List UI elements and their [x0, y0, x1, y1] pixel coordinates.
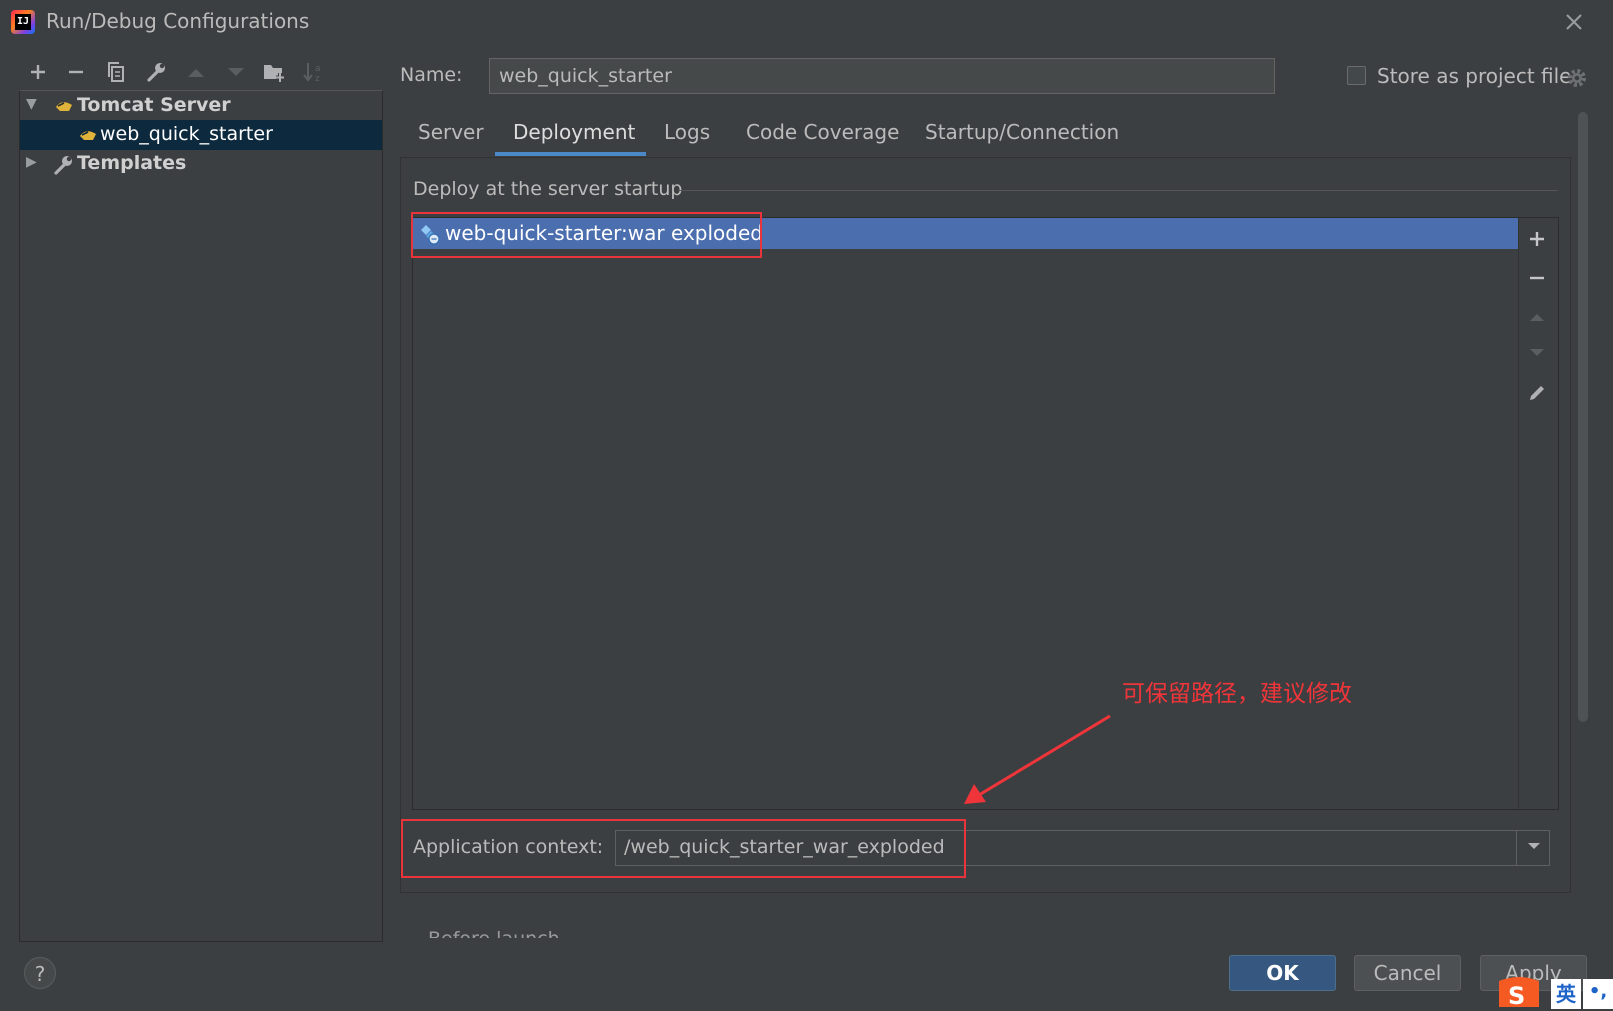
tree-item-tomcat-server[interactable]: ▼ Tomcat Server — [20, 91, 382, 121]
tomcat-icon — [56, 102, 72, 111]
scrollbar[interactable] — [1578, 112, 1588, 722]
help-button[interactable]: ? — [24, 957, 56, 989]
move-up-icon[interactable] — [182, 58, 210, 86]
remove-artifact-button[interactable] — [1524, 265, 1550, 291]
move-down-icon[interactable] — [222, 58, 250, 86]
new-folder-icon[interactable] — [260, 58, 288, 86]
copy-icon[interactable] — [102, 58, 130, 86]
chevron-down-icon[interactable] — [1524, 836, 1544, 856]
window-title: Run/Debug Configurations — [46, 9, 310, 33]
tree-item-label: Templates — [77, 152, 187, 174]
tree-item-web-quick-starter[interactable]: web_quick_starter — [20, 120, 382, 150]
edit-artifact-button[interactable] — [1524, 380, 1550, 406]
store-as-project-file-checkbox[interactable] — [1347, 66, 1366, 85]
ime-toolbar[interactable]: S 英 •, — [1495, 973, 1613, 1010]
intellij-logo-icon: IJ — [11, 10, 35, 34]
name-input[interactable]: web_quick_starter — [489, 58, 1275, 94]
move-down-icon — [1530, 349, 1544, 356]
move-down-button[interactable] — [1524, 340, 1550, 366]
deploy-section-title: Deploy at the server startup — [413, 178, 683, 200]
move-up-icon — [1530, 314, 1544, 321]
annotation-arrow-icon — [964, 714, 1111, 804]
tree-item-label: Tomcat Server — [77, 94, 231, 116]
sort-icon[interactable]: az — [300, 58, 328, 86]
wrench-icon[interactable] — [142, 58, 170, 86]
tab-code-coverage[interactable]: Code Coverage — [746, 120, 899, 158]
name-label: Name: — [400, 64, 463, 86]
tab-startup-connection[interactable]: Startup/Connection — [925, 120, 1119, 158]
sogou-logo-icon: S — [1499, 977, 1539, 1010]
before-launch-label: Before launch — [428, 928, 560, 938]
tab-logs[interactable]: Logs — [664, 120, 710, 158]
move-up-button[interactable] — [1524, 304, 1550, 330]
expanded-arrow-icon[interactable]: ▼ — [26, 96, 37, 112]
add-icon[interactable] — [24, 58, 52, 86]
ime-punctuation-icon[interactable]: •, — [1583, 979, 1613, 1009]
active-tab-indicator — [495, 152, 646, 156]
tomcat-icon — [80, 131, 96, 140]
svg-text:z: z — [315, 74, 320, 83]
svg-text:S: S — [1508, 982, 1525, 1010]
add-artifact-button[interactable] — [1524, 226, 1550, 252]
tab-server[interactable]: Server — [418, 120, 484, 158]
configuration-tree[interactable]: ▼ Tomcat Server web_quick_starter ▶ Temp… — [19, 90, 383, 942]
svg-text:a: a — [315, 64, 321, 74]
store-as-project-file-label[interactable]: Store as project file — [1377, 64, 1571, 88]
section-divider — [678, 190, 1558, 191]
title-bar: IJ Run/Debug Configurations — [0, 0, 1613, 44]
edit-icon — [1530, 386, 1544, 400]
combobox-divider — [1516, 831, 1517, 865]
annotation-text: 可保留路径，建议修改 — [1122, 681, 1352, 707]
collapsed-arrow-icon[interactable]: ▶ — [26, 154, 37, 170]
ok-button[interactable]: OK — [1229, 955, 1336, 991]
wrench-icon — [54, 156, 72, 175]
add-icon — [1530, 232, 1544, 246]
tree-item-templates[interactable]: ▶ Templates — [20, 149, 382, 179]
ime-mode-label[interactable]: 英 — [1551, 979, 1581, 1009]
close-icon[interactable] — [1560, 8, 1588, 36]
context-highlight-box — [401, 819, 966, 878]
cancel-button[interactable]: Cancel — [1354, 955, 1461, 991]
gear-icon[interactable] — [1565, 66, 1589, 90]
remove-icon — [1530, 276, 1544, 280]
artifact-highlight-box — [411, 212, 762, 258]
remove-icon[interactable] — [62, 58, 90, 86]
tree-item-label: web_quick_starter — [100, 123, 273, 145]
